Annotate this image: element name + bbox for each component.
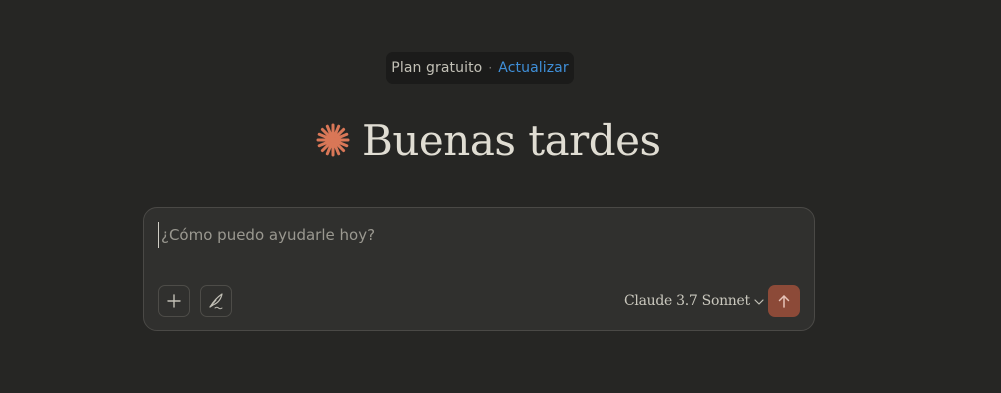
upgrade-link[interactable]: Actualizar	[498, 60, 568, 76]
plus-icon	[167, 294, 181, 308]
model-selector[interactable]: Claude 3.7 Sonnet	[624, 290, 764, 312]
plan-separator: ·	[488, 61, 493, 75]
add-attachment-button[interactable]	[158, 285, 190, 317]
writing-style-button[interactable]	[200, 285, 232, 317]
prompt-input[interactable]	[158, 222, 801, 248]
plan-banner: Plan gratuito · Actualizar	[386, 52, 574, 84]
greeting-text: Buenas tardes	[362, 115, 661, 165]
model-name: Claude 3.7 Sonnet	[624, 293, 750, 309]
quill-icon	[209, 293, 223, 310]
send-button[interactable]	[768, 285, 800, 317]
chat-home: Plan gratuito · Actualizar Buenas tardes	[0, 0, 1001, 393]
arrow-up-icon	[778, 295, 790, 308]
message-composer: Claude 3.7 Sonnet	[143, 207, 815, 331]
spark-logo-icon	[316, 123, 350, 157]
plan-label: Plan gratuito	[391, 60, 483, 76]
chevron-down-icon	[754, 299, 764, 305]
greeting: Buenas tardes	[316, 110, 661, 170]
